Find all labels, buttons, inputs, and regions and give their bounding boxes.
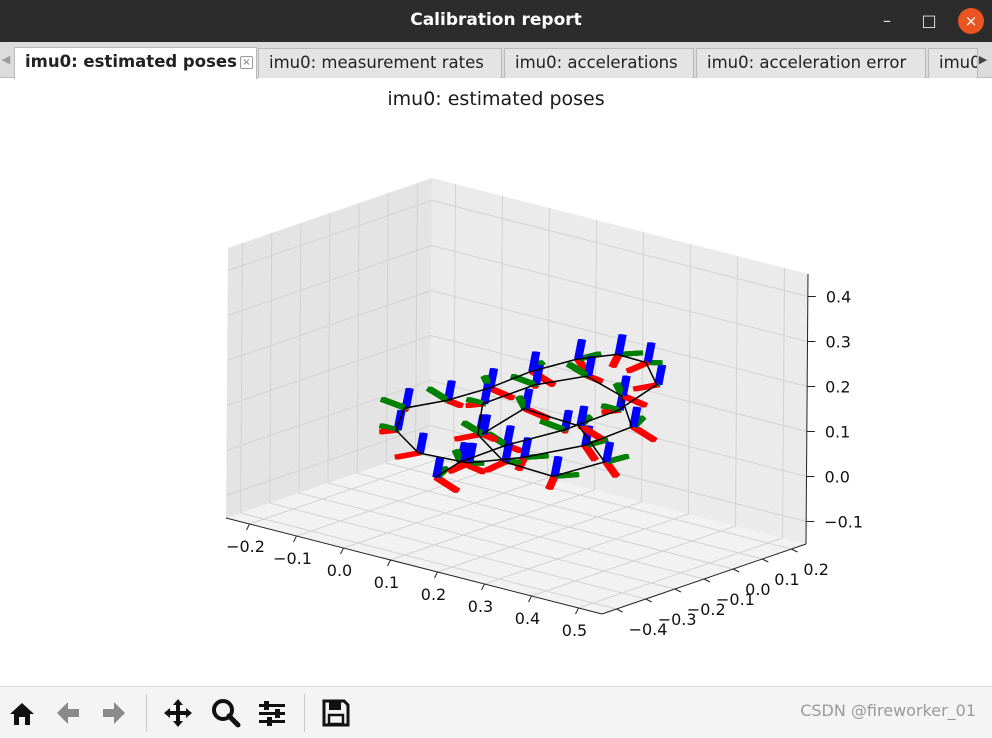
maximize-button[interactable]: □ [916,8,942,34]
zoom-icon[interactable] [210,697,242,729]
tab-scroll-left-icon[interactable]: ◀ [0,50,12,70]
tick-label: 0.2 [421,585,446,604]
tick-label: 0.0 [327,561,352,580]
tab-bar: ◀ imu0: estimated poses × imu0: measurem… [0,42,992,79]
tick-label: 0.3 [826,333,851,352]
tick-mark [575,607,579,615]
title-bar[interactable]: Calibration report – □ × [0,0,992,42]
home-icon[interactable] [6,697,38,729]
forward-icon[interactable] [98,697,130,729]
tick-mark [434,571,438,579]
tick-label: 0.3 [468,597,493,616]
tick-label: 0.1 [825,423,850,442]
tab-measurement-rates[interactable]: imu0: measurement rates [258,48,502,78]
tab-scroll-right-icon[interactable]: ▶ [977,50,989,70]
tick-label: 0.1 [374,573,399,592]
toolbar: CSDN @fireworker_01 [0,686,992,738]
tab-label: imu0: accelerations [515,53,678,72]
tab-estimated-poses[interactable]: imu0: estimated poses × [14,47,257,79]
tick-mark [616,608,623,613]
tick-label: 0.4 [515,609,540,628]
toolbar-separator [146,694,147,732]
tick-label: 0.2 [825,378,850,397]
tick-label: −0.1 [824,513,863,532]
tick-label: 0.0 [825,468,850,487]
tab-label: imu0: estimated poses [25,52,237,71]
close-button[interactable]: × [958,8,984,34]
tab-label: imu0 [939,53,978,72]
minimize-button[interactable]: – [874,8,900,34]
tick-mark [732,568,740,573]
tab-acceleration-error[interactable]: imu0: acceleration error [696,48,926,78]
tick-mark [481,583,485,591]
tab-accelerations[interactable]: imu0: accelerations [504,48,694,78]
toolbar-separator [304,694,305,732]
tick-label: 0.1 [774,570,799,589]
tick-mark [674,588,682,593]
tick-mark [246,523,250,531]
tick-mark [528,595,532,603]
pose-y-axis [620,350,644,357]
window-title: Calibration report [410,10,582,30]
pan-icon[interactable] [162,697,194,729]
tab-truncated[interactable]: imu0 [928,48,978,78]
tick-label: 0.4 [826,288,851,307]
watermark: CSDN @fireworker_01 [800,701,976,720]
tick-mark [791,548,798,553]
back-icon[interactable] [52,697,84,729]
tick-mark [340,547,344,555]
plot-canvas[interactable]: −0.2−0.10.00.10.20.30.40.5 −0.4−0.3−0.2−0… [0,78,992,686]
tick-mark [293,535,297,543]
tab-label: imu0: acceleration error [707,53,907,72]
tick-mark [387,559,391,567]
tick-mark [762,558,769,563]
tick-mark [645,598,652,603]
tick-label: 0.5 [562,621,587,640]
tab-close-icon[interactable]: × [240,56,253,69]
tick-label: −0.1 [273,549,312,568]
tick-label: 0.0 [745,580,770,599]
configure-subplots-icon[interactable] [256,697,288,729]
app-window: Calibration report – □ × ◀ imu0: estimat… [0,0,992,738]
tick-mark [703,578,711,583]
tick-label: 0.2 [803,560,828,579]
save-icon[interactable] [320,697,352,729]
tab-label: imu0: measurement rates [269,53,484,72]
tick-label: −0.2 [226,537,265,556]
